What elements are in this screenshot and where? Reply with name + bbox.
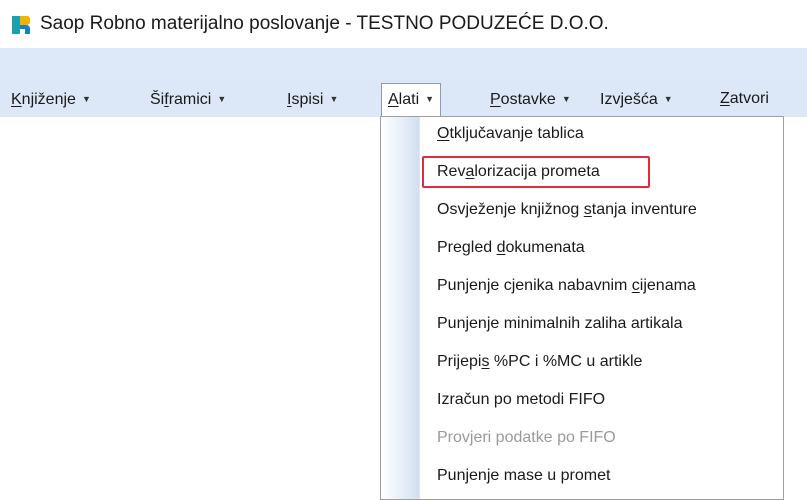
item-text: ijenama [639,277,696,294]
item-access-key: O [437,125,450,142]
menu-access-key: A [388,91,399,108]
caret-down-icon: ▼ [329,94,339,104]
item-access-key: d [496,239,506,256]
item-text: tključavanje tablica [449,125,584,142]
menu-item-provjeri-fifo: Provjeri podatke po FIFO [437,423,616,453]
menu-item-punjenje-mase[interactable]: Punjenje mase u promet [437,461,610,491]
item-text: %PC i %MC u artikle [489,353,643,370]
menu-zatvori[interactable]: Zatvori [720,86,769,112]
menu-label: spisi [291,91,324,108]
item-text: Pregled [437,239,497,256]
item-text: tanja inventure [591,201,697,218]
caret-down-icon: ▼ [425,94,435,104]
menu-label: lati [398,91,420,108]
window-title: Saop Robno materijalno poslovanje - TEST… [40,13,609,34]
item-text: Punjenje cjenika nabavnim [437,277,632,294]
menu-item-prijepis-pc-mc[interactable]: Prijepis %PC i %MC u artikle [437,347,642,377]
caret-down-icon: ▼ [663,94,673,104]
title-bar[interactable]: Saop Robno materijalno poslovanje - TEST… [0,0,807,48]
item-text: Izračun po metodi FIFO [437,391,606,408]
menu-item-osvjezenje-knjiznog-stanja[interactable]: Osvježenje knjižnog stanja inventure [437,195,697,225]
menu-label: Ši [150,91,165,108]
menu-icon-gutter [381,117,420,499]
item-text: Osvježenje knjižnog [437,201,584,218]
menu-label: Izvješća [600,91,658,108]
menu-item-pregled-dokumenata[interactable]: Pregled dokumenata [437,233,585,263]
app-window: Saop Robno materijalno poslovanje - TEST… [0,0,807,500]
menu-postavke[interactable]: Postavke ▼ [490,86,571,112]
item-text: Punjenje mase u promet [437,467,611,484]
menu-access-key: K [11,91,22,108]
menu-knjizenje[interactable]: Knjiženje ▼ [11,86,91,112]
item-access-key: s [583,201,592,218]
menu-izvjesca[interactable]: Izvješća ▼ [600,86,673,112]
caret-down-icon: ▼ [81,94,91,104]
menu-label: atvori [729,90,769,107]
highlight-annotation-box [422,156,650,188]
menu-item-punjenje-minimalnih-zaliha[interactable]: Punjenje minimalnih zaliha artikala [437,309,682,339]
item-text: Punjenje minimalnih zaliha artikala [437,315,683,332]
menu-ispisi[interactable]: Ispisi ▼ [287,86,338,112]
caret-down-icon: ▼ [217,94,227,104]
item-text: Provjeri podatke po FIFO [437,429,616,446]
ribbon-band [0,48,807,80]
menu-label: ramici [168,91,212,108]
caret-down-icon: ▼ [561,94,571,104]
item-access-key: c [631,277,640,294]
menu-alati[interactable]: Alati ▼ [381,83,442,117]
menu-item-otkljucavanje-tablica[interactable]: Otključavanje tablica [437,119,584,149]
menu-item-punjenje-cjenika[interactable]: Punjenje cjenika nabavnim cijenama [437,271,696,301]
item-text: okumenata [505,239,585,256]
menu-sifrarnici[interactable]: Šiframici ▼ [150,86,226,112]
menu-access-key: P [490,91,501,108]
saop-app-icon [12,16,30,34]
menu-item-izracun-fifo[interactable]: Izračun po metodi FIFO [437,385,605,415]
menu-access-key: Z [720,90,730,107]
menu-label: ostavke [500,91,556,108]
item-text: Prijepi [437,353,482,370]
menu-label: njiženje [21,91,76,108]
